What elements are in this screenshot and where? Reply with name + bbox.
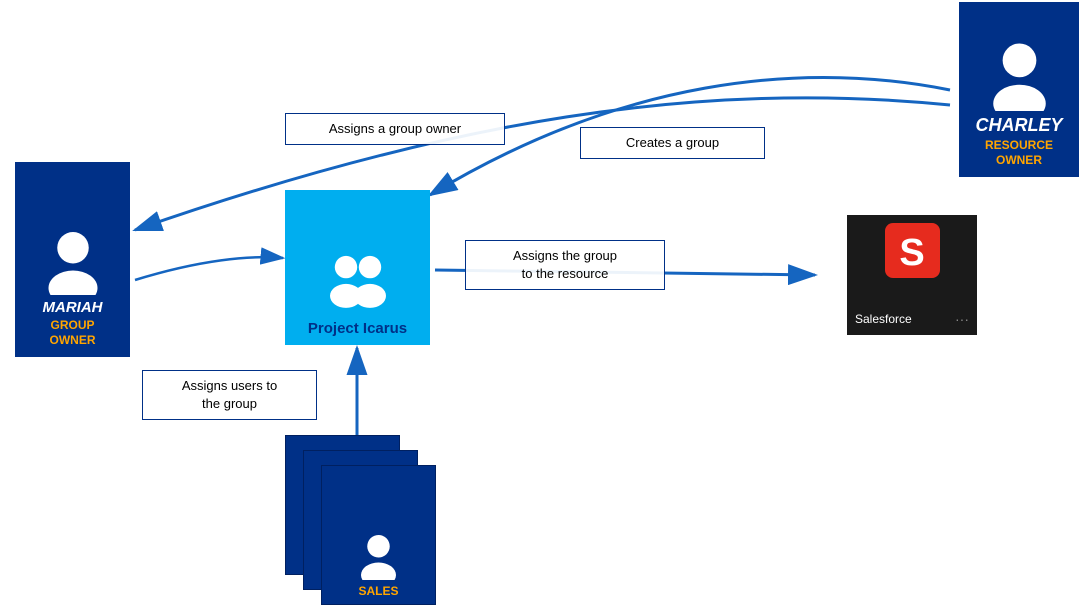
assigns-resource-label: Assigns the groupto the resource (465, 240, 665, 290)
mariah-avatar (38, 225, 108, 295)
sales-avatar (351, 530, 406, 580)
assigns-owner-label: Assigns a group owner (285, 113, 505, 145)
salesforce-label-row: Salesforce ··· (855, 311, 969, 327)
group-avatar (318, 249, 398, 314)
mariah-role: GROUPOWNER (50, 318, 96, 347)
charley-avatar (982, 36, 1057, 111)
mariah-card: MARIAH GROUPOWNER (15, 162, 130, 357)
salesforce-card: S Salesforce ··· (847, 215, 977, 335)
mariah-name: MARIAH (43, 299, 103, 316)
assigns-users-label: Assigns users tothe group (142, 370, 317, 420)
charley-role: RESOURCEOWNER (985, 138, 1053, 167)
charley-name: CHARLEY (975, 115, 1062, 136)
sales-role: SALES (358, 584, 398, 598)
svg-text:S: S (899, 232, 924, 274)
sales-card: SALES (321, 465, 436, 605)
creates-group-label: Creates a group (580, 127, 765, 159)
salesforce-dots: ··· (955, 311, 969, 327)
salesforce-name: Salesforce (855, 312, 912, 326)
group-card: Project Icarus (285, 190, 430, 345)
salesforce-logo: S (885, 223, 940, 278)
group-name: Project Icarus (308, 320, 407, 337)
charley-card: CHARLEY RESOURCEOWNER (959, 2, 1079, 177)
